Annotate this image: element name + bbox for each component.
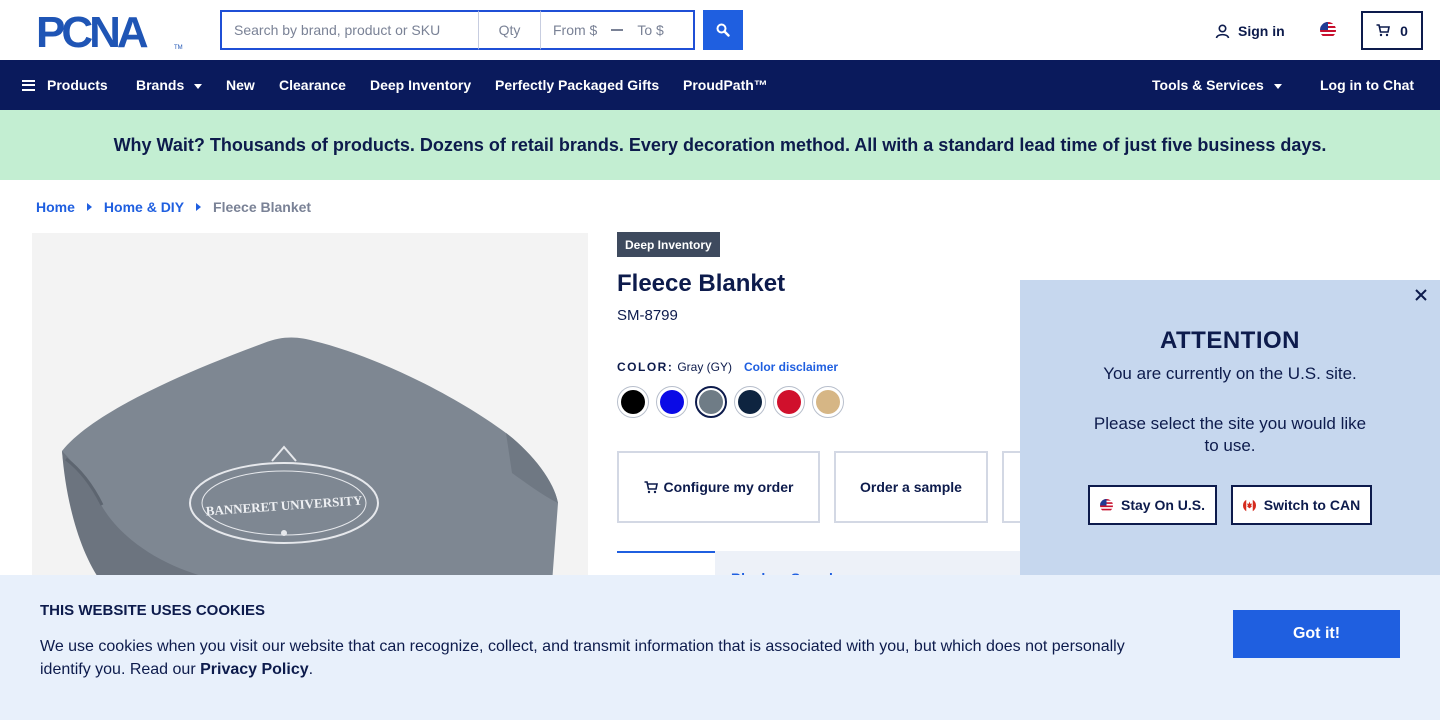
modal-select-site-text: Please select the site you would like to… [1093,414,1367,455]
site-selection-modal: ATTENTION You are currently on the U.S. … [1020,280,1440,580]
top-header: PCNA TM Search by brand, product or SKU … [0,0,1440,60]
breadcrumb-arrow-icon [86,203,92,211]
hamburger-icon [22,79,35,91]
search-bar: Search by brand, product or SKU Qty From… [220,10,695,50]
breadcrumb: Home Home & DIY Fleece Blanket [36,198,311,216]
swatch-tan[interactable] [812,386,844,418]
color-value: Gray (GY) [677,360,732,374]
swatch-fill [777,390,801,414]
swatch-black[interactable] [617,386,649,418]
search-icon [716,23,730,37]
us-flag-icon [1099,498,1113,512]
switch-to-can-button[interactable]: Switch to CAN [1231,485,1372,525]
swatch-navy[interactable] [734,386,766,418]
swatch-blue[interactable] [656,386,688,418]
search-button[interactable] [703,10,743,50]
swatch-red[interactable] [773,386,805,418]
sign-in-link[interactable]: Sign in [1215,20,1285,42]
price-from-input[interactable]: From $ [553,22,597,38]
modal-current-site-text: You are currently on the U.S. site. [1103,364,1357,383]
tab-blank-or-sample[interactable]: Blank or Sample [715,551,1037,586]
privacy-policy-link[interactable]: Privacy Policy [200,661,309,678]
pcna-logo[interactable]: PCNA TM [36,8,184,57]
logo-text: PCNA [36,11,148,51]
promo-text: Why Wait? Thousands of products. Dozens … [113,134,1327,155]
breadcrumb-current: Fleece Blanket [213,199,312,215]
cart-icon [644,480,658,493]
price-range-input[interactable]: From $ To $ [540,10,695,50]
us-flag-icon[interactable] [1320,22,1336,38]
nav-brands[interactable]: Brands [136,60,203,110]
product-sku: SM-8799 [617,307,678,324]
qty-input[interactable]: Qty [478,10,540,50]
swatch-fill [621,390,645,414]
svg-text:TM: TM [174,45,183,51]
color-row: COLOR: Gray (GY) Color disclaimer [617,360,838,374]
swatch-fill [816,390,840,414]
configure-order-button[interactable]: Configure my order [617,451,820,523]
breadcrumb-arrow-icon [196,203,202,211]
product-image[interactable]: BANNERET UNIVERSITY [32,233,588,583]
cart-count: 0 [1400,22,1408,39]
color-swatches [617,386,844,418]
stay-on-us-button[interactable]: Stay On U.S. [1088,485,1217,525]
canada-flag-icon [1242,498,1256,512]
promo-banner: Why Wait? Thousands of products. Dozens … [0,110,1440,180]
nav-tools-services[interactable]: Tools & Services [1152,60,1282,110]
nav-clearance[interactable]: Clearance [279,60,346,110]
close-icon[interactable] [1412,288,1430,306]
cookie-accept-button[interactable]: Got it! [1233,610,1400,658]
sign-in-label: Sign in [1238,23,1285,39]
cart-icon [1376,24,1391,37]
nav-deep-inventory[interactable]: Deep Inventory [370,60,471,110]
swatch-fill [738,390,762,414]
nav-perfectly-packaged-gifts[interactable]: Perfectly Packaged Gifts [495,60,659,110]
tab-decorated[interactable]: Decorated [617,551,715,588]
price-to-input[interactable]: To $ [637,22,663,38]
swatch-gray[interactable] [695,386,727,418]
product-title: Fleece Blanket [617,270,786,297]
user-icon [1215,23,1230,38]
nav-proudpath[interactable]: ProudPath™ [683,60,768,110]
main-nav: Products Brands New Clearance Deep Inven… [0,60,1440,110]
breadcrumb-home-diy[interactable]: Home & DIY [104,199,184,215]
cookie-text: We use cookies when you visit our websit… [40,638,1125,678]
swatch-fill [660,390,684,414]
nav-new[interactable]: New [226,60,255,110]
deep-inventory-badge: Deep Inventory [617,232,720,257]
modal-title: ATTENTION [1159,327,1301,354]
color-disclaimer-link[interactable]: Color disclaimer [744,360,838,374]
nav-products[interactable]: Products [22,60,108,110]
cookie-banner: THIS WEBSITE USES COOKIES We use cookies… [0,575,1440,720]
search-input[interactable]: Search by brand, product or SKU [220,10,478,50]
nav-chat-login[interactable]: Log in to Chat [1320,60,1414,110]
order-type-tabs: Decorated Blank or Sample [617,551,1037,588]
cookie-title: THIS WEBSITE USES COOKIES [40,602,266,619]
order-sample-button[interactable]: Order a sample [834,451,988,523]
breadcrumb-home[interactable]: Home [36,199,75,215]
caret-down-icon [194,83,203,89]
range-dash [611,29,624,31]
caret-down-icon [1273,83,1282,89]
color-label: COLOR: [617,360,674,374]
cart-button[interactable]: 0 [1361,11,1423,50]
swatch-fill [699,390,723,414]
